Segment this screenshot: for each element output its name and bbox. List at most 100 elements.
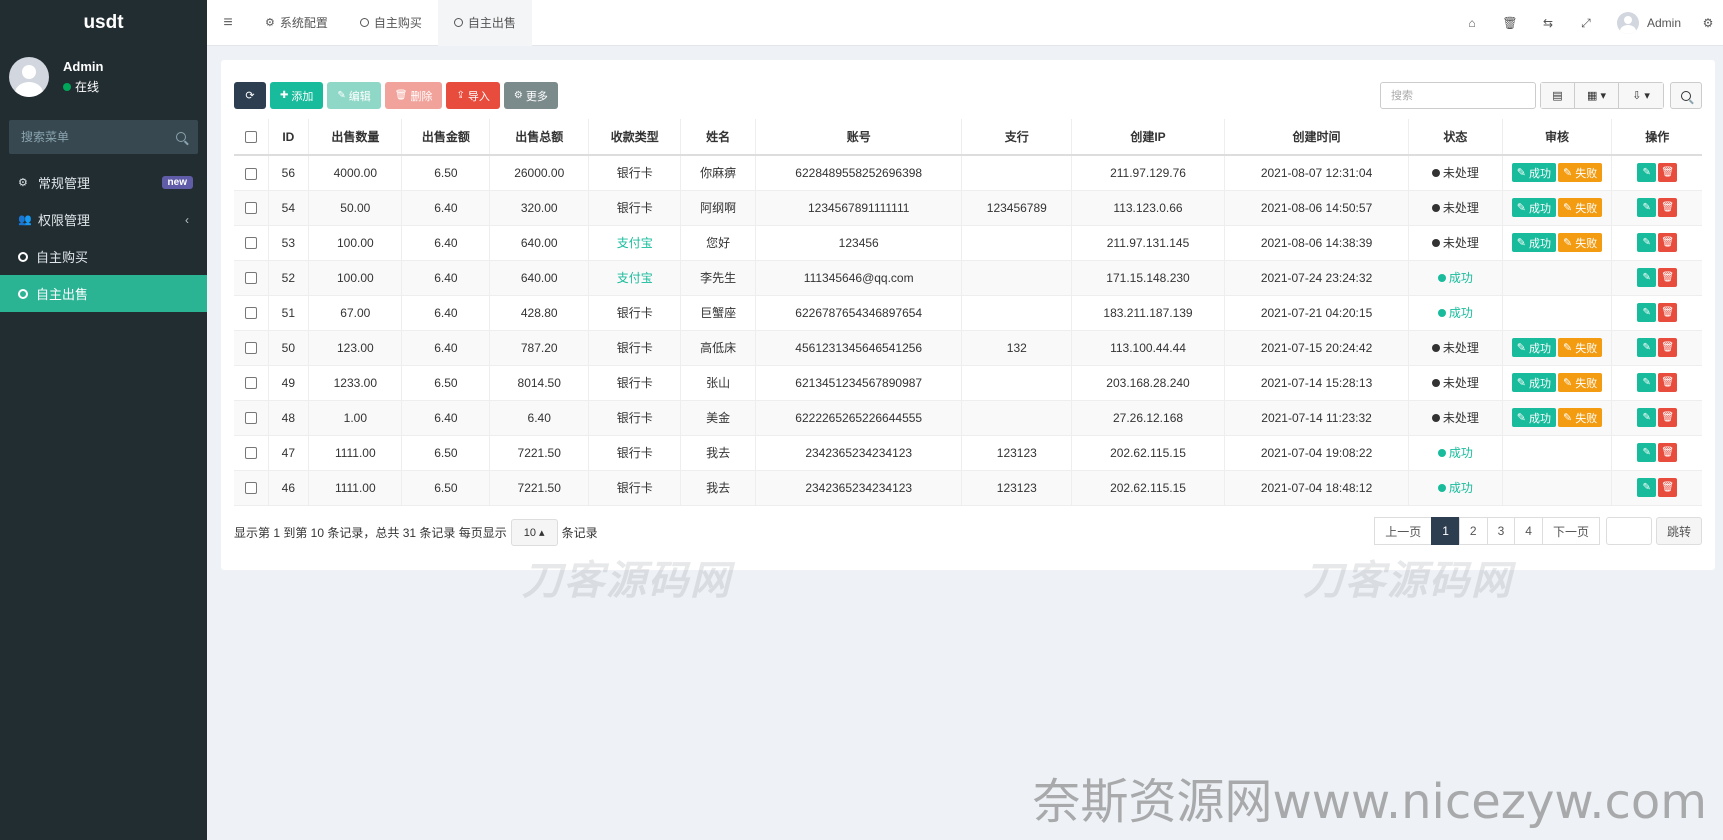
delete-row-button[interactable]: 🗑: [1658, 443, 1678, 462]
settings-icon[interactable]: ⚙: [1697, 16, 1719, 30]
tab-system-config[interactable]: ⚙ 系统配置: [249, 0, 344, 46]
col-header[interactable]: ID: [268, 119, 310, 156]
edit-row-button[interactable]: ✎: [1637, 478, 1657, 497]
page-button[interactable]: 3: [1486, 517, 1516, 545]
sidebar-item-permissions[interactable]: 👥 权限管理 ‹: [0, 201, 207, 238]
reject-button[interactable]: ✎ 失败: [1557, 373, 1603, 392]
reject-button[interactable]: ✎ 失败: [1557, 198, 1603, 217]
menu-search-input[interactable]: [21, 130, 161, 144]
page-size-select[interactable]: 10 ▴: [510, 519, 558, 546]
edit-button[interactable]: ✎ 编辑: [327, 82, 381, 109]
delete-row-button[interactable]: 🗑: [1658, 198, 1678, 217]
list-view-icon[interactable]: ▤: [1541, 83, 1575, 108]
add-button[interactable]: ✚ 添加: [270, 82, 324, 109]
edit-row-button[interactable]: ✎: [1637, 198, 1657, 217]
row-checkbox[interactable]: [244, 377, 257, 390]
approve-button[interactable]: ✎ 成功: [1511, 408, 1556, 427]
table-row[interactable]: 47 1111.00 6.50 7221.50 银行卡 我去 234236523423412…: [234, 435, 1702, 471]
edit-row-button[interactable]: ✎: [1637, 303, 1657, 322]
row-checkbox[interactable]: [244, 342, 257, 355]
reject-button[interactable]: ✎ 失败: [1557, 338, 1603, 357]
table-row[interactable]: 56 4000.00 6.50 26000.00 银行卡 你麻痹 6228489558252…: [234, 155, 1702, 191]
search-icon[interactable]: [176, 132, 186, 142]
col-header[interactable]: 姓名: [680, 119, 756, 156]
row-checkbox[interactable]: [244, 307, 257, 320]
table-row[interactable]: 54 50.00 6.40 320.00 银行卡 阿纲啊 1234567891111111 1…: [234, 190, 1702, 226]
delete-row-button[interactable]: 🗑: [1658, 233, 1678, 252]
sidebar-item-general[interactable]: ⚙ 常规管理 new: [0, 164, 207, 201]
more-button[interactable]: ⚙ 更多: [503, 82, 558, 109]
reject-button[interactable]: ✎ 失败: [1557, 233, 1603, 252]
page-button[interactable]: 2: [1458, 517, 1488, 545]
delete-button[interactable]: 🗑 删除: [384, 82, 443, 109]
col-header[interactable]: 创建时间: [1224, 119, 1410, 156]
row-checkbox[interactable]: [244, 482, 257, 495]
jump-button[interactable]: 跳转: [1655, 517, 1702, 545]
edit-row-button[interactable]: ✎: [1637, 443, 1657, 462]
export-dropdown-icon[interactable]: ⇩ ▾: [1619, 83, 1663, 108]
fullscreen-icon[interactable]: ⤢: [1567, 16, 1605, 31]
table-row[interactable]: 53 100.00 6.40 640.00 支付宝 您好 123456 211.97.131.…: [234, 225, 1702, 261]
tab-buy[interactable]: 自主购买: [344, 0, 438, 46]
col-header[interactable]: 支行: [961, 119, 1073, 156]
admin-name[interactable]: Admin: [1647, 16, 1681, 30]
sidebar-item-buy[interactable]: 自主购买: [0, 238, 207, 275]
col-header[interactable]: 收款类型: [588, 119, 682, 156]
next-page-button[interactable]: 下一页: [1541, 517, 1600, 545]
delete-row-button[interactable]: 🗑: [1658, 478, 1678, 497]
table-row[interactable]: 48 1.00 6.40 6.40 银行卡 美金 6222265265226644555 27…: [234, 400, 1702, 436]
row-checkbox[interactable]: [244, 202, 257, 215]
col-header[interactable]: 出售金额: [401, 119, 491, 156]
edit-row-button[interactable]: ✎: [1637, 268, 1657, 287]
edit-row-button[interactable]: ✎: [1637, 373, 1657, 392]
delete-row-button[interactable]: 🗑: [1658, 408, 1678, 427]
row-checkbox[interactable]: [244, 272, 257, 285]
row-checkbox[interactable]: [244, 237, 257, 250]
jump-page-input[interactable]: [1605, 517, 1652, 545]
tab-sell[interactable]: 自主出售: [437, 0, 532, 46]
table-row[interactable]: 50 123.00 6.40 787.20 银行卡 高低床 4561231345646541…: [234, 330, 1702, 366]
edit-row-button[interactable]: ✎: [1637, 338, 1657, 357]
table-row[interactable]: 52 100.00 6.40 640.00 支付宝 李先生 111345646@qq.com…: [234, 260, 1702, 296]
edit-row-button[interactable]: ✎: [1637, 163, 1657, 183]
sidebar-item-sell[interactable]: 自主出售: [0, 275, 207, 312]
col-header[interactable]: 出售总额: [489, 119, 590, 156]
advanced-search-button[interactable]: [1670, 82, 1702, 109]
edit-row-button[interactable]: ✎: [1637, 408, 1657, 427]
menu-toggle-icon[interactable]: ≡: [207, 0, 249, 46]
col-header[interactable]: 出售数量: [308, 119, 403, 156]
import-button[interactable]: ⇪ 导入: [446, 82, 500, 109]
col-header[interactable]: 账号: [755, 119, 963, 156]
table-row[interactable]: 46 1111.00 6.50 7221.50 银行卡 我去 234236523423412…: [234, 470, 1702, 506]
approve-button[interactable]: ✎ 成功: [1511, 163, 1556, 183]
approve-button[interactable]: ✎ 成功: [1511, 373, 1556, 392]
approve-button[interactable]: ✎ 成功: [1511, 198, 1556, 217]
prev-page-button[interactable]: 上一页: [1374, 517, 1433, 545]
reject-button[interactable]: ✎ 失败: [1557, 408, 1603, 427]
row-checkbox[interactable]: [244, 167, 257, 180]
reject-button[interactable]: ✎ 失败: [1557, 163, 1603, 183]
table-row[interactable]: 49 1233.00 6.50 8014.50 银行卡 张山 621345123456789…: [234, 365, 1702, 401]
translate-icon[interactable]: ⇆: [1529, 16, 1567, 30]
col-header[interactable]: 创建IP: [1071, 119, 1225, 156]
row-checkbox[interactable]: [244, 447, 257, 460]
page-button[interactable]: 1: [1431, 517, 1460, 545]
table-row[interactable]: 51 67.00 6.40 428.80 银行卡 巨蟹座 62267876543468976…: [234, 295, 1702, 331]
edit-row-button[interactable]: ✎: [1637, 233, 1657, 252]
columns-dropdown-icon[interactable]: ▦ ▾: [1575, 83, 1619, 108]
avatar[interactable]: [1616, 12, 1639, 34]
refresh-button[interactable]: ⟳: [234, 82, 266, 109]
delete-row-button[interactable]: 🗑: [1658, 373, 1678, 392]
table-search-input[interactable]: [1380, 82, 1536, 109]
brand-logo[interactable]: usdt: [0, 0, 207, 46]
delete-row-button[interactable]: 🗑: [1658, 268, 1678, 287]
col-header[interactable]: 状态: [1408, 119, 1503, 156]
delete-row-button[interactable]: 🗑: [1658, 338, 1678, 357]
page-button[interactable]: 4: [1514, 517, 1543, 545]
row-checkbox[interactable]: [244, 412, 257, 425]
select-all-checkbox[interactable]: [244, 131, 257, 144]
delete-row-button[interactable]: 🗑: [1658, 303, 1678, 322]
trash-icon[interactable]: 🗑: [1491, 16, 1529, 30]
delete-row-button[interactable]: 🗑: [1658, 163, 1678, 183]
approve-button[interactable]: ✎ 成功: [1511, 338, 1556, 357]
